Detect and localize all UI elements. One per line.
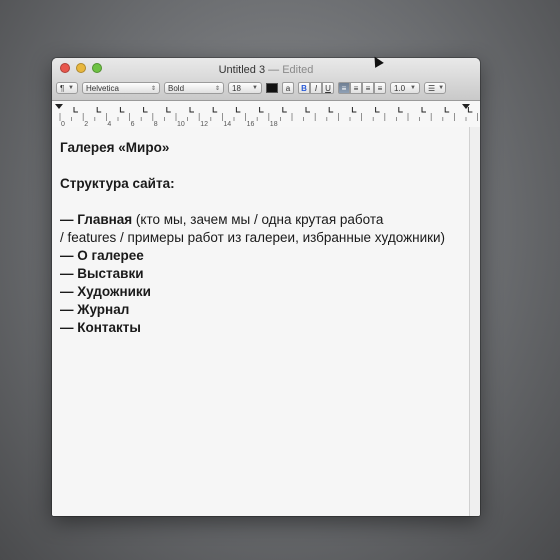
bold-button[interactable]: B xyxy=(298,82,310,94)
tab-stop-icon[interactable] xyxy=(235,107,241,113)
tab-stop-icon[interactable] xyxy=(375,107,380,113)
font-size-field[interactable]: 18 ▼ xyxy=(228,82,262,94)
tab-stop-icon[interactable] xyxy=(467,107,473,113)
tab-stop-icon[interactable] xyxy=(189,107,194,113)
align-right-button[interactable]: ≡ xyxy=(362,82,374,94)
paragraph-style-label: ¶ xyxy=(60,83,65,93)
list-dash: — xyxy=(60,320,74,335)
list-item-detail: / features / примеры работ из галереи, и… xyxy=(60,230,446,245)
list-dash: — xyxy=(60,302,74,317)
chevron-down-icon: ▼ xyxy=(68,85,74,91)
line-spacing-value: 1.0 xyxy=(394,83,406,93)
tab-stop-icon[interactable] xyxy=(351,107,357,113)
structure-label: Структура сайта: xyxy=(60,176,175,191)
window-title: Untitled 3 — Edited xyxy=(52,64,480,76)
line-spacing-popup[interactable]: 1.0 ▼ xyxy=(390,82,420,94)
list-item-title: Контакты xyxy=(77,320,141,335)
chevron-down-icon: ▼ xyxy=(438,85,445,91)
list-item-title: Журнал xyxy=(77,302,130,317)
list-item: — Журнал xyxy=(60,301,462,319)
list-item: — Контакты xyxy=(60,319,462,337)
list-item: — Художники xyxy=(60,283,462,301)
tab-stop-icon[interactable] xyxy=(73,107,78,113)
font-family-value: Helvetica xyxy=(86,83,119,93)
edited-status: Edited xyxy=(282,64,314,76)
align-left-button[interactable]: ≡ xyxy=(338,82,350,94)
title-separator: — xyxy=(268,64,280,76)
list-item-detail: (кто мы, зачем мы / одна крутая работа xyxy=(132,212,384,227)
document-body[interactable]: Галерея «Миро» Структура сайта: — Главна… xyxy=(52,127,470,516)
underline-button[interactable]: U xyxy=(322,82,334,94)
title-bar[interactable]: Untitled 3 — Edited ¶ ▼ Helvetica ⇕ Bold ⇕ … xyxy=(52,58,480,101)
tab-stop-icon[interactable] xyxy=(398,107,403,113)
tab-stop-icon[interactable] xyxy=(305,107,310,113)
italic-button[interactable]: I xyxy=(310,82,322,94)
list-item: — Главная (кто мы, зачем мы / одна крута… xyxy=(60,211,462,229)
highlight-color-button[interactable]: a xyxy=(282,82,294,94)
align-right-icon: ≡ xyxy=(365,83,371,93)
text-color-well[interactable] xyxy=(266,83,278,93)
align-center-button[interactable]: ≡ xyxy=(350,82,362,94)
document-name: Untitled 3 xyxy=(218,64,266,76)
font-size-value: 18 xyxy=(232,83,241,93)
alignment-group: ≡ ≡ ≡ ≡ xyxy=(338,82,386,94)
tab-stop-icon[interactable] xyxy=(119,107,125,113)
ruler-scale: 0 2 4 6 8 10 12 14 16 18 xyxy=(55,104,479,127)
list-item-title: Главная xyxy=(77,212,133,227)
font-style-value: Bold xyxy=(168,83,185,93)
list-item-title: Выставки xyxy=(77,266,144,281)
list-dash: — xyxy=(60,248,74,263)
list-item-title: О галерее xyxy=(77,248,144,263)
tab-stop-icon[interactable] xyxy=(259,107,264,113)
list-dash: — xyxy=(60,212,74,227)
structure-list: — Главная (кто мы, зачем мы / одна крута… xyxy=(60,211,462,337)
highlight-label: a xyxy=(285,83,291,93)
vertical-scrollbar[interactable] xyxy=(469,127,480,516)
textedit-window: Untitled 3 — Edited ¶ ▼ Helvetica ⇕ Bold ⇕ … xyxy=(52,58,480,516)
tab-stop-icon[interactable] xyxy=(444,107,450,113)
chevron-down-icon: ▼ xyxy=(252,85,258,91)
tab-stop-icon[interactable] xyxy=(166,107,171,113)
chevron-updown-icon: ⇕ xyxy=(214,85,220,92)
tab-stop-icon[interactable] xyxy=(143,107,148,113)
list-icon: ☰ xyxy=(428,83,436,93)
justify-button[interactable]: ≡ xyxy=(374,82,386,94)
list-dash: — xyxy=(60,266,74,281)
justify-icon: ≡ xyxy=(377,83,383,93)
chevron-down-icon: ▼ xyxy=(410,85,416,91)
tab-stop-icon[interactable] xyxy=(282,107,287,113)
list-popup[interactable]: ☰ ▼ xyxy=(424,82,446,94)
chevron-updown-icon: ⇕ xyxy=(150,85,156,92)
tab-stop-icon[interactable] xyxy=(212,107,218,113)
list-item: — О галерее xyxy=(60,247,462,265)
align-center-icon: ≡ xyxy=(353,83,359,93)
paragraph-style-popup[interactable]: ¶ ▼ xyxy=(56,82,78,94)
tab-stop-icon[interactable] xyxy=(421,107,426,113)
left-margin-marker-icon[interactable] xyxy=(55,104,63,109)
list-dash: — xyxy=(60,284,74,299)
list-item: / features / примеры работ из галереи, и… xyxy=(60,229,462,247)
document-heading: Галерея «Миро» xyxy=(60,140,170,155)
tab-stop-icon[interactable] xyxy=(96,107,102,113)
font-style-popup[interactable]: Bold ⇕ xyxy=(164,82,224,94)
list-item: — Выставки xyxy=(60,265,462,283)
list-item-title: Художники xyxy=(77,284,151,299)
font-family-popup[interactable]: Helvetica ⇕ xyxy=(82,82,160,94)
format-toolbar: ¶▼ Helvetica⇕ Bold⇕ 18▼ a B I U ≡ ≡ xyxy=(56,80,476,96)
text-style-group: B I U xyxy=(298,82,334,94)
ruler[interactable]: 0 2 4 6 8 10 12 14 16 18 xyxy=(52,101,480,128)
tab-stop-icon[interactable] xyxy=(328,107,334,113)
align-left-icon: ≡ xyxy=(341,83,347,93)
